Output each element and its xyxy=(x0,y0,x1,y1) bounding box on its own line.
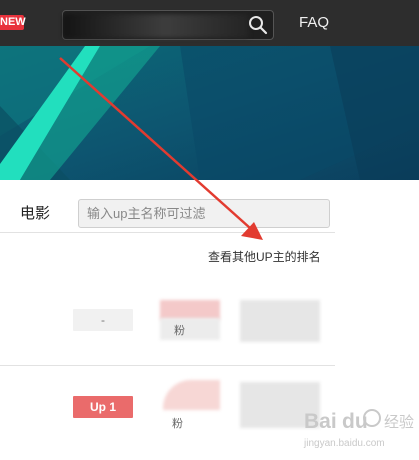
rank-change-badge: - xyxy=(73,309,133,331)
view-other-up-ranking-link[interactable]: 查看其他UP主的排名 xyxy=(208,248,321,265)
baidu-jingyan-watermark: Bai du 经验 jingyan.baidu.com xyxy=(303,409,414,449)
new-badge[interactable]: NEW xyxy=(0,15,26,30)
search-icon[interactable] xyxy=(247,14,269,36)
blurred-content xyxy=(160,318,220,340)
rank-change-badge: Up 1 xyxy=(73,396,133,418)
blurred-avatar xyxy=(160,300,220,320)
watermark-brand: Bai xyxy=(304,410,337,433)
banner-graphic xyxy=(0,46,419,180)
divider xyxy=(0,365,335,366)
row-partial-text: 粉 xyxy=(172,418,183,430)
watermark-sub: 经验 xyxy=(384,414,414,431)
watermark-url: jingyan.baidu.com xyxy=(303,438,385,449)
category-label[interactable]: 电影 xyxy=(20,202,50,223)
search-input-blurred[interactable] xyxy=(63,14,249,38)
banner-image xyxy=(0,46,419,180)
up-filter-input[interactable] xyxy=(78,199,330,228)
top-nav-bar: NEW FAQ xyxy=(0,0,419,46)
faq-link[interactable]: FAQ xyxy=(299,14,329,31)
blurred-avatar xyxy=(163,380,220,410)
row-partial-text: 粉 xyxy=(174,325,185,337)
divider xyxy=(0,232,335,233)
blurred-content xyxy=(240,300,320,342)
search-box[interactable] xyxy=(62,10,274,40)
